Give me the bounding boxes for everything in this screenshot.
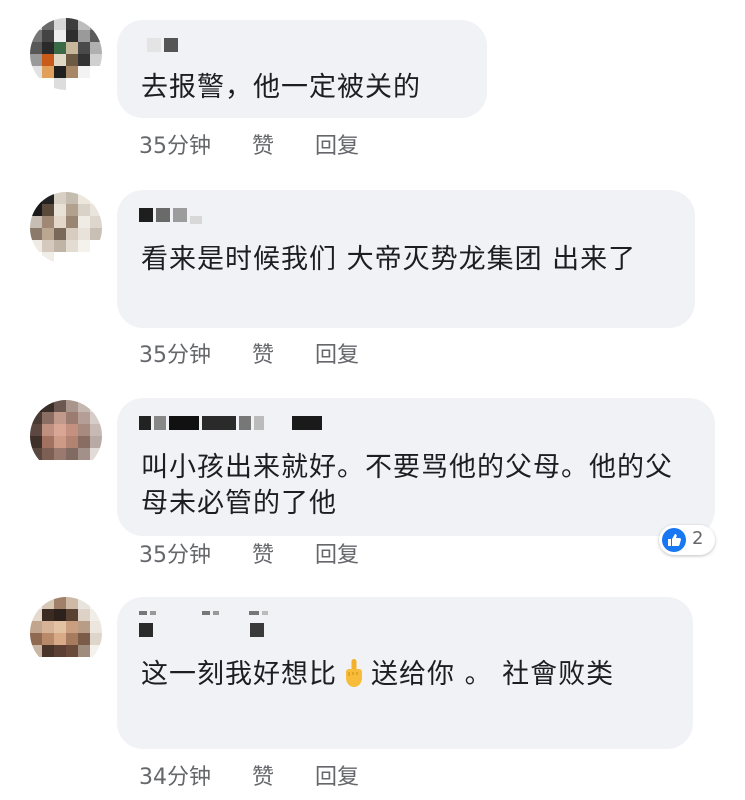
reply-button[interactable]: 回复 [315, 765, 359, 790]
comment-text: 看来是时候我们 大帝灭势龙集团 出来了 [141, 244, 637, 275]
timestamp[interactable]: 35分钟 [139, 343, 211, 368]
reaction-summary[interactable]: 2 [659, 525, 715, 555]
like-button[interactable]: 赞 [252, 543, 274, 568]
avatar[interactable] [30, 597, 102, 669]
reaction-count: 2 [692, 528, 704, 549]
timestamp[interactable]: 35分钟 [139, 543, 211, 568]
comment-meta: 35分钟 赞 回复 [139, 128, 393, 160]
avatar[interactable] [30, 18, 102, 90]
timestamp[interactable]: 35分钟 [139, 134, 211, 159]
comment-text: 这一刻我好想比 送给你 。 社會败类 [141, 658, 615, 690]
avatar[interactable] [30, 192, 102, 264]
reply-button[interactable]: 回复 [315, 543, 359, 568]
author-name-redacted[interactable] [147, 38, 181, 52]
like-button[interactable]: 赞 [252, 134, 274, 159]
comment-bubble: 看来是时候我们 大帝灭势龙集团 出来了 [117, 190, 695, 328]
like-button[interactable]: 赞 [252, 765, 274, 790]
comment-meta: 34分钟 赞 回复 [139, 759, 393, 791]
comment-bubble: 这一刻我好想比 送给你 。 社會败类 [117, 597, 693, 749]
avatar[interactable] [30, 400, 102, 472]
like-reaction-icon [662, 528, 686, 552]
comment-meta: 35分钟 赞 回复 [139, 537, 393, 569]
comment-meta: 35分钟 赞 回复 [139, 337, 393, 369]
middle-finger-emoji-icon [343, 658, 365, 688]
author-name-redacted-part [139, 623, 267, 637]
comment-bubble: 去报警，他一定被关的 [117, 20, 487, 118]
reply-button[interactable]: 回复 [315, 343, 359, 368]
comment-text: 去报警，他一定被关的 [141, 72, 421, 103]
comment-bubble: 叫小孩出来就好。不要骂他的父母。他的父母未必管的了他 [117, 398, 715, 536]
reply-button[interactable]: 回复 [315, 134, 359, 159]
comment-text: 叫小孩出来就好。不要骂他的父母。他的父母未必管的了他 [141, 452, 673, 519]
author-name-redacted[interactable] [139, 416, 325, 430]
author-name-redacted[interactable] [139, 208, 205, 224]
timestamp[interactable]: 34分钟 [139, 765, 211, 790]
like-button[interactable]: 赞 [252, 343, 274, 368]
